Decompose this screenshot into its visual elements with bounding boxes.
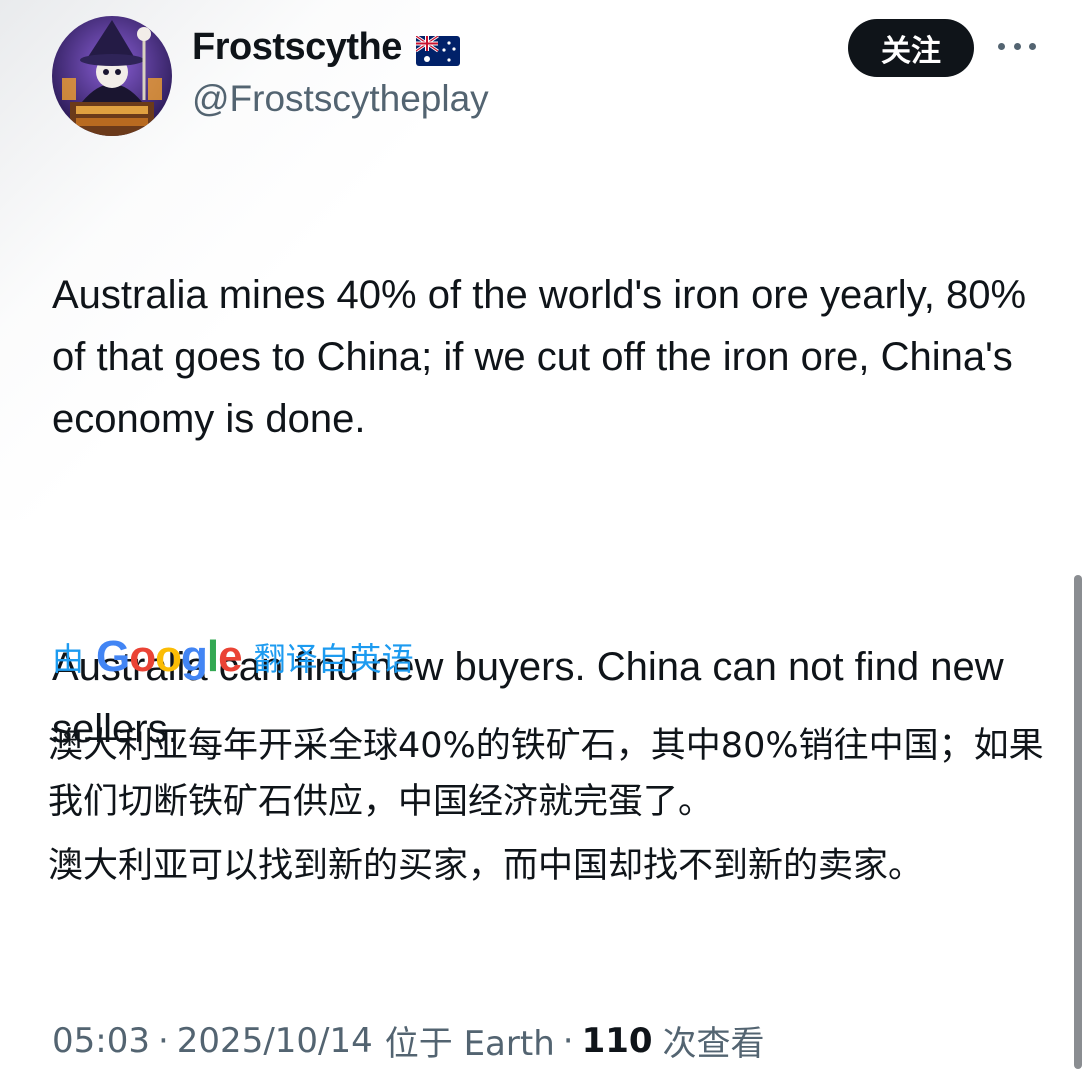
- meta-separator-2: ·: [562, 1020, 574, 1061]
- wizard-avatar-icon: [52, 16, 172, 136]
- translated-paragraph-1: 澳大利亚每年开采全球40%的铁矿石，其中80%销往中国；如果我们切断铁矿石供应，…: [48, 726, 1044, 822]
- tweet-date[interactable]: 2025/10/14: [177, 1021, 373, 1061]
- meta-separator: ·: [157, 1020, 169, 1061]
- translation-attribution[interactable]: 由 Google 翻译自英语: [52, 632, 414, 682]
- australia-flag-icon: [415, 33, 460, 66]
- avatar[interactable]: [52, 16, 172, 136]
- tweet-time[interactable]: 05:03: [52, 1021, 150, 1061]
- google-logo-icon: Google: [96, 632, 243, 681]
- author-display-name[interactable]: Frostscythe: [192, 26, 460, 69]
- tweet-paragraph-1: Australia mines 40% of the world's iron …: [52, 273, 1027, 441]
- more-options-icon[interactable]: [998, 36, 1036, 56]
- views-count: 110: [581, 1020, 653, 1061]
- translation-prefix: 由: [52, 640, 85, 678]
- follow-button[interactable]: 关注: [848, 19, 974, 77]
- translated-text: 澳大利亚每年开采全球40%的铁矿石，其中80%销往中国；如果我们切断铁矿石供应，…: [48, 718, 1048, 902]
- author-handle[interactable]: @Frostscytheplay: [192, 78, 489, 120]
- views-label: 次查看: [662, 1024, 765, 1064]
- translated-paragraph-2: 澳大利亚可以找到新的买家，而中国却找不到新的卖家。: [48, 846, 924, 886]
- scrollbar[interactable]: [1074, 575, 1082, 1069]
- translation-suffix: 翻译自英语: [253, 640, 414, 678]
- tweet-meta: 05:03 · 2025/10/14 位于 Earth · 110 次查看: [52, 1016, 765, 1065]
- tweet-location: 位于 Earth: [384, 1024, 555, 1064]
- display-name-text: Frostscythe: [192, 26, 402, 68]
